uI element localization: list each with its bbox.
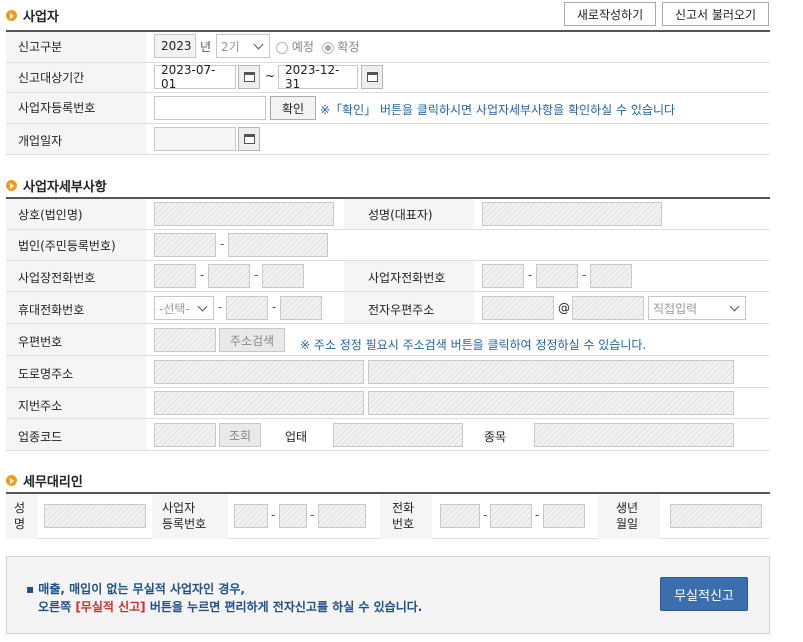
agent-name-field <box>44 504 146 528</box>
agent-name-label: 성명 <box>14 501 26 531</box>
period-select[interactable]: 2기 <box>216 34 270 58</box>
section-bullet-icon <box>6 10 17 21</box>
period-label: 신고대상기간 <box>18 71 85 85</box>
biz-phone-2 <box>536 264 578 288</box>
lookup-button[interactable]: 조회 <box>219 423 261 447</box>
new-write-button[interactable]: 새로작성하기 <box>564 2 656 26</box>
lot-address-label: 지번주소 <box>18 399 63 413</box>
road-address-1 <box>154 360 364 384</box>
shop-phone-2 <box>208 264 250 288</box>
mobile-prefix-select[interactable]: -선택- <box>154 296 214 320</box>
date-to-input[interactable]: 2023-12-31 <box>278 63 358 91</box>
load-report-button[interactable]: 신고서 불러오기 <box>662 2 769 26</box>
open-date-row <box>6 124 770 155</box>
detail-section-title: 사업자세부사항 <box>6 176 107 195</box>
calendar-icon <box>243 134 255 144</box>
radio-planned[interactable] <box>276 41 288 54</box>
confirm-note: ※「확인」 버튼을 클릭하시면 사업자세부사항을 확인하실 수 있습니다 <box>320 103 676 117</box>
address-search-button[interactable]: 주소검색 <box>219 328 285 352</box>
report-type-label: 신고구분 <box>18 40 63 54</box>
email-domain-field <box>572 296 644 320</box>
agent-birth-label: 생년 월일 <box>616 501 639 531</box>
agent-reg-2 <box>279 504 307 528</box>
agent-phone-2 <box>490 504 532 528</box>
corp-id-field-2 <box>228 233 328 257</box>
biz-item-field <box>534 423 734 447</box>
corp-id-label: 법인(주민등록번호) <box>18 239 116 253</box>
agent-phone-1 <box>440 504 480 528</box>
mobile-3 <box>280 296 322 320</box>
notice-line-1: ▪ 매출, 매입이 없는 무실적 사업자인 경우, <box>26 582 245 596</box>
lot-address-1 <box>154 391 364 415</box>
confirm-button[interactable]: 확인 <box>270 96 316 120</box>
industry-code-field <box>154 423 216 447</box>
year-input[interactable]: 2023 <box>154 34 196 58</box>
date-separator: ~ <box>265 69 276 83</box>
biz-phone-label: 사업자전화번호 <box>368 271 446 285</box>
zip-field <box>154 328 216 352</box>
road-address-label: 도로명주소 <box>18 367 74 381</box>
email-domain-select[interactable]: 직접입력 <box>648 296 746 320</box>
business-section-title: 사업자 <box>6 6 59 25</box>
agent-phone-3 <box>543 504 585 528</box>
biz-phone-1 <box>482 264 524 288</box>
notice-highlight: [무실적 신고] <box>75 600 146 614</box>
biz-item-label: 종목 <box>484 430 507 444</box>
email-label: 전자우편주소 <box>368 303 435 317</box>
mobile-2 <box>226 296 268 320</box>
company-name-label: 상호(법인명) <box>18 208 83 222</box>
agent-birth-field <box>670 504 762 528</box>
notice-line-2: 오른쪽 [무실적 신고] 버튼을 누르면 편리하게 전자신고를 하실 수 있습니… <box>38 600 423 614</box>
chevron-down-icon <box>253 39 264 49</box>
calendar-icon <box>243 72 255 82</box>
section-bullet-icon <box>6 475 17 486</box>
address-note: ※ 주소 정정 필요시 주소검색 버튼을 클릭하여 정정하실 수 있습니다. <box>300 338 647 352</box>
agent-phone-label: 전화 번호 <box>392 501 415 531</box>
open-date-label: 개업일자 <box>18 134 63 148</box>
report-type-row <box>6 32 770 63</box>
reg-number-input[interactable] <box>154 96 266 120</box>
corp-id-field-1 <box>154 233 216 257</box>
email-id-field <box>482 296 554 320</box>
road-address-2 <box>368 360 734 384</box>
radio-planned-label: 예정 <box>291 40 314 54</box>
biz-type-label: 업태 <box>285 430 308 444</box>
biz-phone-3 <box>590 264 632 288</box>
agent-section-title: 세무대리인 <box>6 471 83 490</box>
shop-phone-label: 사업장전화번호 <box>18 271 96 285</box>
agent-reg-1 <box>234 504 268 528</box>
agent-reg-label: 사업자 등록번호 <box>162 501 207 531</box>
calendar-icon <box>366 72 378 82</box>
rep-name-label: 성명(대표자) <box>368 208 433 222</box>
section-bullet-icon <box>6 180 17 191</box>
rep-name-field <box>482 202 662 226</box>
chevron-down-icon <box>729 301 740 311</box>
agent-reg-3 <box>318 504 366 528</box>
calendar-from-button[interactable] <box>238 65 260 89</box>
date-from-input[interactable]: 2023-07-01 <box>154 63 236 91</box>
calendar-open-button[interactable] <box>238 127 260 151</box>
radio-final[interactable] <box>321 41 334 54</box>
shop-phone-3 <box>262 264 304 288</box>
period-row <box>6 63 770 93</box>
reg-number-label: 사업자등록번호 <box>18 101 96 115</box>
biz-type-field <box>333 423 463 447</box>
shop-phone-1 <box>154 264 196 288</box>
year-unit: 년 <box>200 40 212 54</box>
lot-address-2 <box>368 391 734 415</box>
calendar-to-button[interactable] <box>361 65 383 89</box>
company-name-field <box>154 202 334 226</box>
chevron-down-icon <box>197 301 208 311</box>
open-date-input[interactable] <box>154 127 236 151</box>
mobile-label: 휴대전화번호 <box>18 303 85 317</box>
email-at: @ <box>558 301 570 315</box>
industry-code-label: 업종코드 <box>18 430 63 444</box>
no-performance-report-button[interactable]: 무실적신고 <box>660 577 748 611</box>
zip-label: 우편번호 <box>18 335 63 349</box>
radio-final-label: 확정 <box>337 40 360 54</box>
